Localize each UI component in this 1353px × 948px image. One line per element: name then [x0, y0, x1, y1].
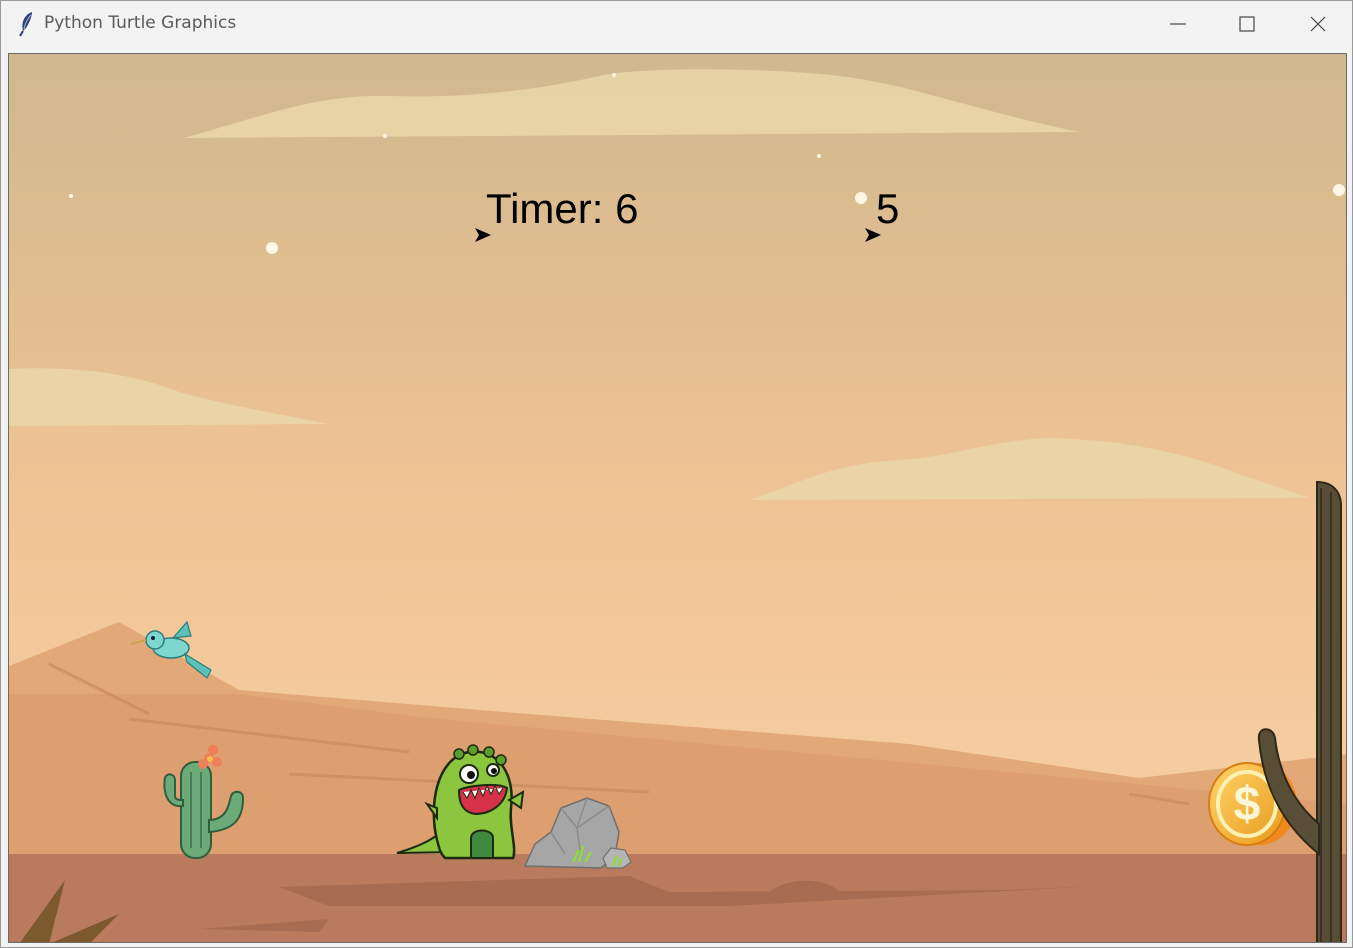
maximize-icon	[1239, 16, 1255, 32]
minimize-button[interactable]	[1144, 1, 1212, 47]
turtle-canvas[interactable]: $ Timer: 6 5	[8, 53, 1347, 943]
feather-icon	[19, 12, 32, 37]
close-icon	[1310, 16, 1326, 32]
score-turtle-cursor-icon	[865, 228, 881, 242]
timer-text: Timer: 6	[486, 185, 639, 232]
app-window: Python Turtle Graphics $ Timer: 6 5	[0, 0, 1353, 948]
timer-turtle-cursor-icon	[475, 228, 491, 242]
minimize-icon	[1170, 23, 1186, 25]
maximize-button[interactable]	[1213, 1, 1281, 47]
score-text: 5	[876, 185, 900, 232]
window-title: Python Turtle Graphics	[44, 13, 237, 33]
title-bar[interactable]: Python Turtle Graphics	[1, 1, 1352, 47]
close-button[interactable]	[1284, 1, 1352, 47]
svg-text:$: $	[1234, 778, 1261, 831]
game-scene: $	[9, 54, 1346, 942]
